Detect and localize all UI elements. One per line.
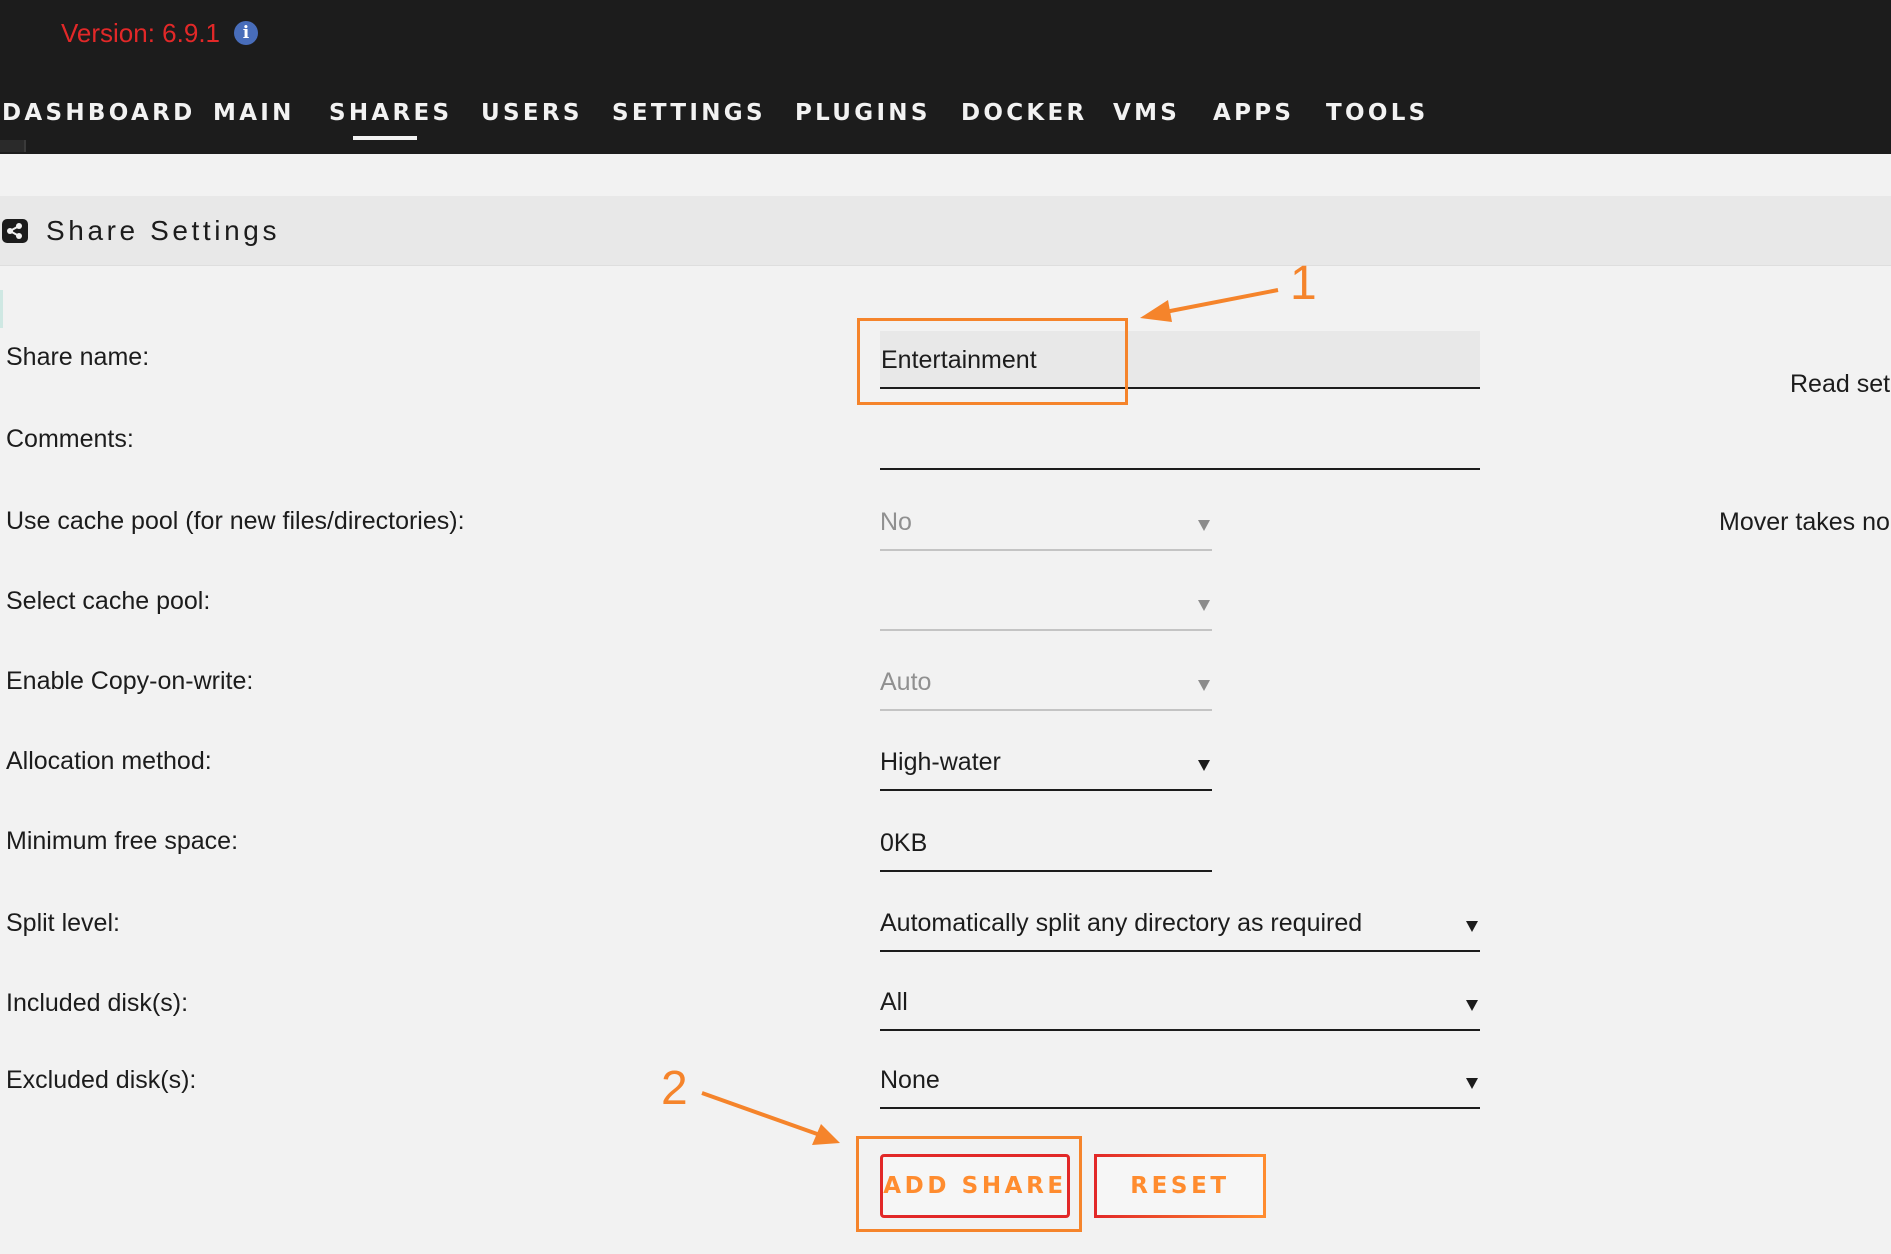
annotation-arrows <box>701 288 1279 1145</box>
